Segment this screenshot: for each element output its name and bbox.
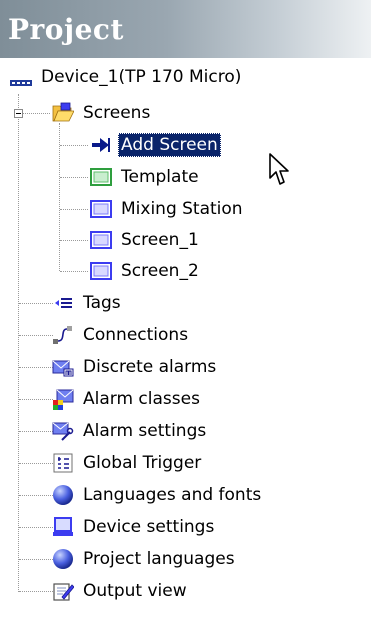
tree-item-alarm-classes[interactable]: Alarm classes <box>52 384 203 414</box>
tree-item-label: Alarm classes <box>83 389 200 409</box>
tree-item-tags[interactable]: Tags <box>52 288 124 318</box>
tree-item-label: Output view <box>83 581 187 601</box>
tree-item-template[interactable]: Template <box>90 162 202 192</box>
tree-item-label: Screens <box>83 103 151 123</box>
device-icon <box>10 66 32 88</box>
screens-collapse-toggle[interactable] <box>14 109 23 118</box>
tree-line <box>19 367 53 368</box>
mouse-pointer-icon <box>268 152 290 188</box>
tree-line <box>19 559 53 560</box>
tree-item-languages-and-fonts[interactable]: Languages and fonts <box>52 480 264 510</box>
tree-item-label: Mixing Station <box>121 199 243 219</box>
tree-item-label: Languages and fonts <box>83 485 262 505</box>
tree-item-label: Add Screen <box>118 133 221 157</box>
tree-line <box>19 495 53 496</box>
tree-line <box>60 240 88 241</box>
tree-line <box>19 303 53 304</box>
tree-line <box>19 335 53 336</box>
alarm-settings-icon <box>52 420 74 442</box>
tree-item-label: Device settings <box>83 517 215 537</box>
tree-line <box>60 177 88 178</box>
tree-item-label: Tags <box>83 293 121 313</box>
template-screen-icon <box>90 166 112 188</box>
tree-item-connections[interactable]: Connections <box>52 320 191 350</box>
screen-icon <box>90 198 112 220</box>
output-view-icon <box>52 580 74 602</box>
tree-line <box>60 145 88 146</box>
tree-item-project-languages[interactable]: Project languages <box>52 544 238 574</box>
tree-item-alarm-settings[interactable]: Alarm settings <box>52 416 209 446</box>
tree-line <box>18 94 19 592</box>
tree-item-screen-2[interactable]: Screen_2 <box>90 256 202 286</box>
tree-line <box>19 527 53 528</box>
tree-item-screens[interactable]: Screens <box>52 98 153 128</box>
connections-icon <box>52 324 74 346</box>
tree-item-label: Project languages <box>83 549 235 569</box>
globe-icon <box>52 548 74 570</box>
tree-item-mixing-station[interactable]: Mixing Station <box>90 194 246 224</box>
tree-item-add-screen[interactable]: Add Screen <box>90 130 221 160</box>
tree-line <box>19 399 53 400</box>
tree-line <box>60 209 88 210</box>
tree-item-device-settings[interactable]: Device settings <box>52 512 217 542</box>
tree-line <box>19 463 53 464</box>
discrete-alarms-icon <box>52 356 74 378</box>
tree-item-label: Device_1(TP 170 Micro) <box>41 67 242 87</box>
tree-item-label: Screen_2 <box>121 261 199 281</box>
globe-icon <box>52 484 74 506</box>
tree-item-device[interactable]: Device_1(TP 170 Micro) <box>10 62 244 92</box>
tree-item-label: Global Trigger <box>83 453 202 473</box>
tree-item-label: Screen_1 <box>121 230 199 250</box>
screen-icon <box>90 229 112 251</box>
tree-line <box>20 113 50 114</box>
tree-item-label: Template <box>121 167 199 187</box>
tree-item-label: Discrete alarms <box>83 357 217 377</box>
add-screen-arrow-icon <box>90 134 112 156</box>
project-tree: Device_1(TP 170 Micro) Screens Add Scree… <box>0 0 371 617</box>
tree-line <box>19 591 53 592</box>
tree-item-label: Alarm settings <box>83 421 207 441</box>
tree-item-global-trigger[interactable]: Global Trigger <box>52 448 204 478</box>
tags-icon <box>52 292 74 314</box>
tree-item-label: Connections <box>83 325 189 345</box>
tree-item-screen-1[interactable]: Screen_1 <box>90 225 202 255</box>
tree-line <box>19 431 53 432</box>
tree-item-discrete-alarms[interactable]: Discrete alarms <box>52 352 219 382</box>
screen-icon <box>90 260 112 282</box>
tree-line <box>60 271 88 272</box>
global-trigger-icon <box>52 452 74 474</box>
tree-item-output-view[interactable]: Output view <box>52 576 190 606</box>
alarm-classes-icon <box>52 388 74 410</box>
open-folder-icon <box>52 102 74 124</box>
device-settings-icon <box>52 516 74 538</box>
